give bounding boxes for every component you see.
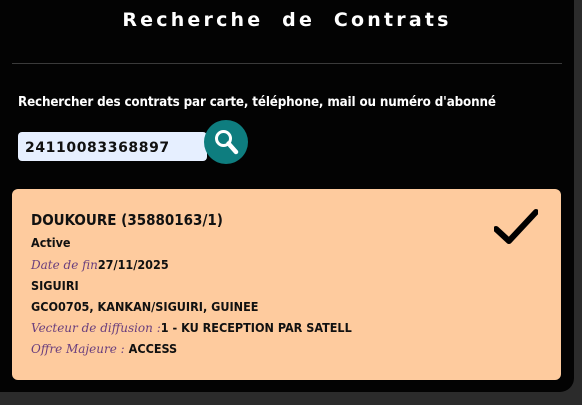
search-label: Rechercher des contrats par carte, télép… [18,95,496,110]
search-button[interactable] [204,120,248,164]
page-title: Recherche de Contrats [122,9,452,31]
vector-row: Vecteur de diffusion :1 - KU RECEPTION P… [31,320,352,335]
contract-address: GCO0705, KANKAN/SIGUIRI, GUINEE [31,299,259,314]
search-input[interactable] [18,132,207,161]
offer-value: ACCESS [128,341,178,356]
divider [12,63,562,64]
end-date-value: 27/11/2025 [97,257,169,272]
end-date-row: Date de fin27/11/2025 [31,257,169,272]
contract-status: Active [31,235,71,250]
offer-label: Offre Majeure : [31,342,125,356]
vector-label: Vecteur de diffusion : [31,321,161,335]
end-date-label: Date de fin [31,258,98,272]
search-panel: Recherche de Contrats Rechercher des con… [0,0,574,392]
offer-row: Offre Majeure : ACCESS [31,341,177,356]
contract-result-card[interactable]: DOUKOURE (35880163/1) Active Date de fin… [12,189,561,380]
checkmark-icon [494,209,538,244]
contract-name: DOUKOURE (35880163/1) [31,211,223,229]
search-icon [215,130,239,155]
vector-value: 1 - KU RECEPTION PAR SATELL [160,320,352,335]
contract-city: SIGUIRI [31,278,79,293]
